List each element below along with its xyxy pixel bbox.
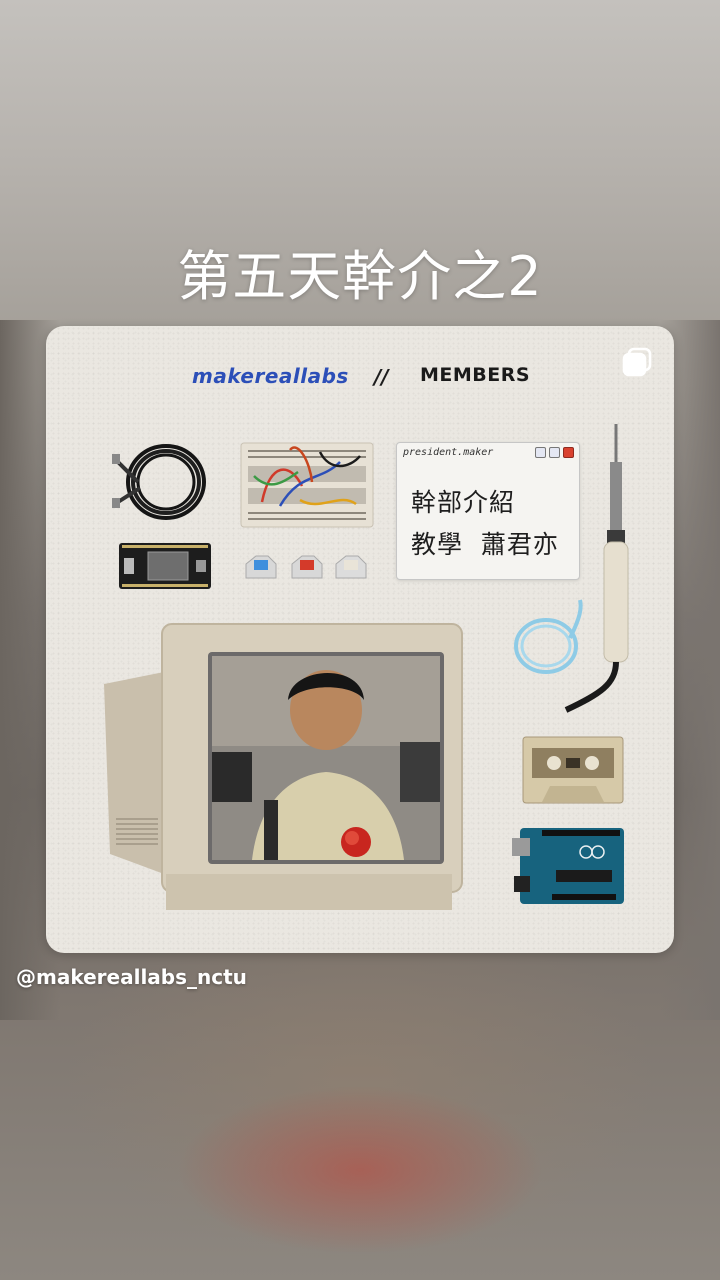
president-window: president.maker 幹部介紹 教學 蕭君亦 [396, 442, 580, 580]
mention-sticker[interactable]: @makereallabs_nctu [16, 965, 247, 989]
shared-post-card[interactable]: makereallabs // MEMBERS president.maker … [46, 326, 674, 953]
crt-monitor-icon [104, 623, 463, 910]
post-brand-row: makereallabs // MEMBERS [46, 364, 674, 394]
blue-cable-icon [514, 599, 583, 674]
brand-separator: // [374, 365, 389, 389]
window-maximize-icon [549, 447, 560, 458]
cassette-icon [522, 736, 624, 804]
cable-icon [112, 444, 206, 520]
story-headline: 第五天幹介之2 [177, 245, 543, 308]
window-heading: 幹部介紹 [411, 488, 516, 517]
keycap-icon [245, 555, 367, 579]
section-title: MEMBERS [420, 364, 531, 386]
breadboard-icon [240, 442, 374, 528]
window-title: president.maker [403, 447, 494, 458]
arduino-board-icon [512, 828, 624, 904]
esp32-board-icon [119, 543, 211, 589]
window-minimize-icon [535, 447, 546, 458]
member-role-name: 教學 蕭君亦 [411, 530, 559, 559]
brand-logo-text: makereallabs [192, 364, 349, 388]
